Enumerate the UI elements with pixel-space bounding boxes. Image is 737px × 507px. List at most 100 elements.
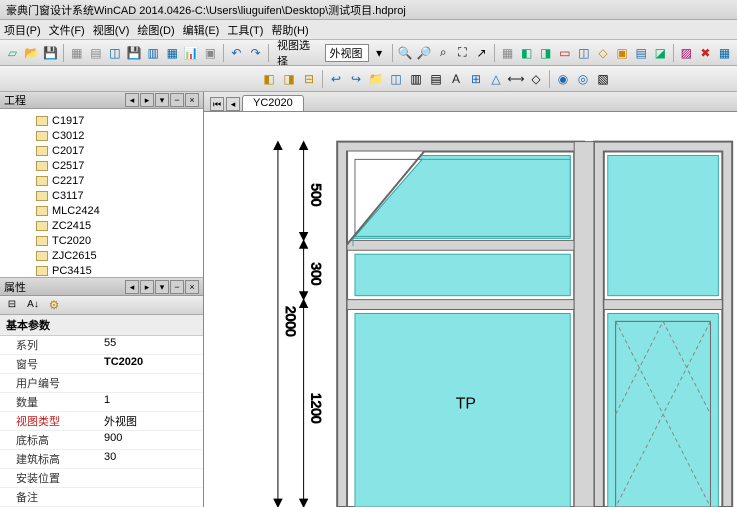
t2-f-icon[interactable]: ▤ (427, 70, 445, 88)
panel-btn-collapse-icon[interactable]: − (170, 280, 184, 294)
prop-az-icon[interactable]: A↓ (24, 296, 42, 314)
tool-j-icon[interactable]: ▨ (678, 44, 695, 62)
chevron-down-icon[interactable]: ▾ (371, 44, 388, 62)
panel-close-icon[interactable]: × (185, 280, 199, 294)
tool-f-icon[interactable]: ◇ (594, 44, 611, 62)
t2-h-icon[interactable]: △ (487, 70, 505, 88)
tool-e-icon[interactable]: ◫ (575, 44, 592, 62)
tool-a-icon[interactable]: ▦ (499, 44, 516, 62)
tree-item[interactable]: C3012 (36, 128, 199, 143)
panel-btn-right-icon[interactable]: ▸ (140, 93, 154, 107)
tab-active[interactable]: YC2020 (242, 95, 304, 111)
tree-item[interactable]: PC3415 (36, 263, 199, 277)
t2-arrow-left-icon[interactable]: ↩ (327, 70, 345, 88)
tree-item[interactable]: C1917 (36, 113, 199, 128)
tool-c-icon[interactable]: ◨ (537, 44, 554, 62)
menu-help[interactable]: 帮助(H) (271, 22, 308, 37)
panel-close-icon[interactable]: × (185, 93, 199, 107)
t2-folder-icon[interactable]: 📁 (367, 70, 385, 88)
prop-row[interactable]: 系列55 (0, 336, 203, 355)
menu-tools[interactable]: 工具(T) (227, 22, 263, 37)
tree-item[interactable]: ZJC2615 (36, 248, 199, 263)
undo-icon[interactable]: ↶ (228, 44, 245, 62)
t2-g-icon[interactable]: ⊞ (467, 70, 485, 88)
prop-row[interactable]: 窗号TC2020 (0, 355, 203, 374)
zoom-arrow-icon[interactable]: ↗ (473, 44, 490, 62)
tree-item[interactable]: C2217 (36, 173, 199, 188)
tool-d-icon[interactable]: ▭ (556, 44, 573, 62)
menu-project[interactable]: 项目(P) (4, 22, 41, 37)
properties-panel-header: 属性 ◂ ▸ ▾ − × (0, 278, 203, 295)
panel-btn-left-icon[interactable]: ◂ (125, 280, 139, 294)
t2-a-icon[interactable]: ◧ (260, 70, 278, 88)
t2-j-icon[interactable]: ◉ (554, 70, 572, 88)
t2-arrow-right-icon[interactable]: ↪ (347, 70, 365, 88)
t2-dim-icon[interactable]: ⟷ (507, 70, 525, 88)
t2-c-icon[interactable]: ⊟ (300, 70, 318, 88)
tree-item[interactable]: C3117 (36, 188, 199, 203)
tool-l-icon[interactable]: ▦ (716, 44, 733, 62)
prop-tool-icon[interactable]: ⚙ (45, 296, 63, 314)
save2-icon[interactable]: 💾 (126, 44, 143, 62)
tree-item[interactable]: TC2020 (36, 233, 199, 248)
t2-k-icon[interactable]: ◎ (574, 70, 592, 88)
grid-icon[interactable]: ▦ (68, 44, 85, 62)
drawing-canvas[interactable]: TP 500 300 2000 1200 (204, 112, 737, 507)
menu-edit[interactable]: 编辑(E) (183, 22, 220, 37)
t2-e-icon[interactable]: ▥ (407, 70, 425, 88)
panel-btn-left-icon[interactable]: ◂ (125, 93, 139, 107)
t2-l-icon[interactable]: ▧ (594, 70, 612, 88)
tab-nav-first-icon[interactable]: ⏮ (210, 97, 224, 111)
t2-i-icon[interactable]: ◇ (527, 70, 545, 88)
new-file-icon[interactable]: ▱ (4, 44, 21, 62)
tree-item[interactable]: C2517 (36, 158, 199, 173)
view-select-dropdown[interactable]: 外视图 (325, 44, 369, 62)
prop-row[interactable]: 安装位置 (0, 469, 203, 488)
prop-row[interactable]: 建筑标高30 (0, 450, 203, 469)
t2-d-icon[interactable]: ◫ (387, 70, 405, 88)
project-tree[interactable]: C1917 C3012 C2017 C2517 C2217 C3117 MLC2… (0, 109, 203, 277)
zoom-fit-icon[interactable]: ⛶ (454, 44, 471, 62)
tree-item[interactable]: C2017 (36, 143, 199, 158)
window-icon[interactable]: ◫ (106, 44, 123, 62)
grid2-icon[interactable]: ▤ (87, 44, 104, 62)
tool-i-icon[interactable]: ◪ (652, 44, 669, 62)
menu-file[interactable]: 文件(F) (49, 22, 85, 37)
menu-draw[interactable]: 绘图(D) (137, 22, 174, 37)
t2-text-icon[interactable]: A (447, 70, 465, 88)
props-section-header[interactable]: 基本参数 (0, 315, 203, 336)
zoom2-icon[interactable]: 🔎 (416, 44, 433, 62)
document-tabstrip: ⏮ ◂ YC2020 (204, 92, 737, 112)
window-title: 豪典门窗设计系统WinCAD 2014.0426-C:\Users\liugui… (6, 5, 406, 17)
tree-item[interactable]: ZC2415 (36, 218, 199, 233)
prop-row[interactable]: 数量1 (0, 393, 203, 412)
panel-btn-right-icon[interactable]: ▸ (140, 280, 154, 294)
chart-icon[interactable]: 📊 (183, 44, 200, 62)
prop-cat-icon[interactable]: ⊟ (3, 296, 21, 314)
svg-text:2000: 2000 (283, 306, 299, 337)
prop-row[interactable]: 底标高900 (0, 431, 203, 450)
tab-nav-prev-icon[interactable]: ◂ (226, 97, 240, 111)
list-icon[interactable]: ▥ (145, 44, 162, 62)
tool-b-icon[interactable]: ◧ (518, 44, 535, 62)
panel-btn-collapse-icon[interactable]: − (170, 93, 184, 107)
save-icon[interactable]: 💾 (42, 44, 59, 62)
stack-icon[interactable]: ▦ (164, 44, 181, 62)
prop-row[interactable]: 用户编号 (0, 374, 203, 393)
panel-btn-menu-icon[interactable]: ▾ (155, 280, 169, 294)
prop-row[interactable]: 备注 (0, 488, 203, 507)
file-icon (36, 206, 48, 216)
zoom1-icon[interactable]: 🔍 (397, 44, 414, 62)
tool-g-icon[interactable]: ▣ (614, 44, 631, 62)
tree-item[interactable]: MLC2424 (36, 203, 199, 218)
tool-h-icon[interactable]: ▤ (633, 44, 650, 62)
panel-btn-menu-icon[interactable]: ▾ (155, 93, 169, 107)
block-icon[interactable]: ▣ (202, 44, 219, 62)
redo-icon[interactable]: ↷ (247, 44, 264, 62)
zoom3-icon[interactable]: ⌕ (435, 44, 452, 62)
open-icon[interactable]: 📂 (23, 44, 40, 62)
menu-view[interactable]: 视图(V) (93, 22, 130, 37)
prop-row[interactable]: 视图类型外视图 (0, 412, 203, 431)
tool-k-icon[interactable]: ✖ (697, 44, 714, 62)
t2-b-icon[interactable]: ◨ (280, 70, 298, 88)
